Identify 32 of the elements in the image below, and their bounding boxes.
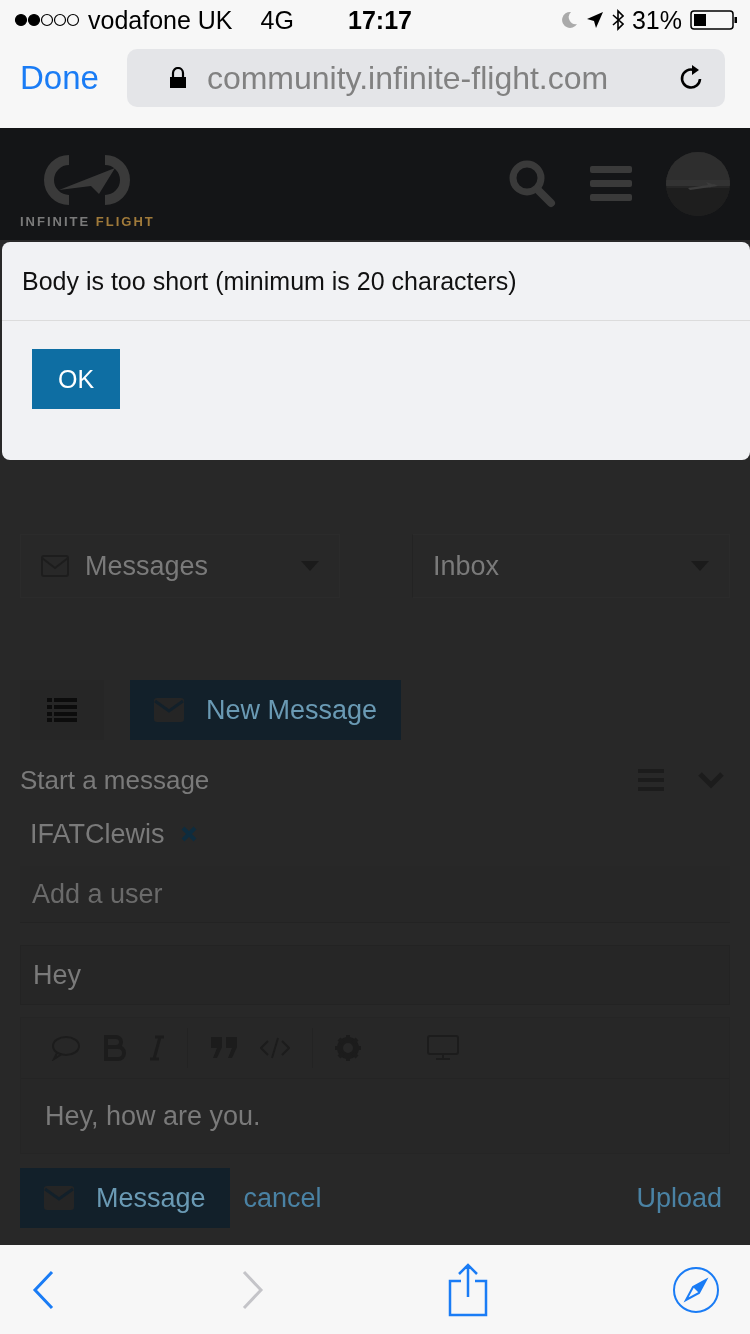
recipient-name: IFATClewis bbox=[30, 818, 165, 850]
site-logo[interactable]: INFINITE FLIGHT bbox=[20, 139, 155, 229]
network-type: 4G bbox=[260, 5, 294, 35]
list-icon bbox=[47, 698, 77, 722]
address-bar[interactable]: community.infinite-flight.com bbox=[126, 49, 725, 107]
cancel-link[interactable]: cancel bbox=[243, 1182, 322, 1214]
location-arrow-icon bbox=[585, 11, 604, 29]
ok-button[interactable]: OK bbox=[32, 349, 120, 409]
send-message-button[interactable]: Message bbox=[20, 1168, 230, 1228]
moon-icon bbox=[559, 11, 578, 29]
share-icon[interactable] bbox=[448, 1262, 488, 1317]
logo-word: FLIGHT bbox=[95, 213, 155, 229]
battery-icon bbox=[690, 10, 738, 30]
compass-icon[interactable] bbox=[672, 1265, 720, 1314]
carrier-name: vodafone UK bbox=[88, 5, 233, 35]
new-message-button[interactable]: New Message bbox=[130, 680, 402, 740]
alert-message: Body is too short (minimum is 20 characters) bbox=[2, 242, 750, 321]
bluetooth-icon bbox=[611, 9, 624, 31]
lock-icon bbox=[168, 67, 187, 89]
signal-icon bbox=[14, 13, 80, 27]
url-text: community.infinite-flight.com bbox=[206, 59, 610, 97]
upload-link[interactable]: Upload bbox=[636, 1182, 730, 1214]
subject-field[interactable]: Hey bbox=[20, 945, 730, 1005]
done-button[interactable]: Done bbox=[20, 49, 99, 107]
logo-word: INFINITE bbox=[20, 213, 91, 229]
back-icon[interactable] bbox=[32, 1269, 56, 1310]
menu-icon[interactable] bbox=[590, 166, 632, 202]
remove-icon[interactable] bbox=[180, 826, 197, 842]
clock-time: 17:17 bbox=[348, 5, 412, 35]
search-icon[interactable] bbox=[508, 159, 556, 209]
battery-percent: 31% bbox=[631, 5, 682, 35]
composer-title: Start a message bbox=[20, 764, 210, 796]
